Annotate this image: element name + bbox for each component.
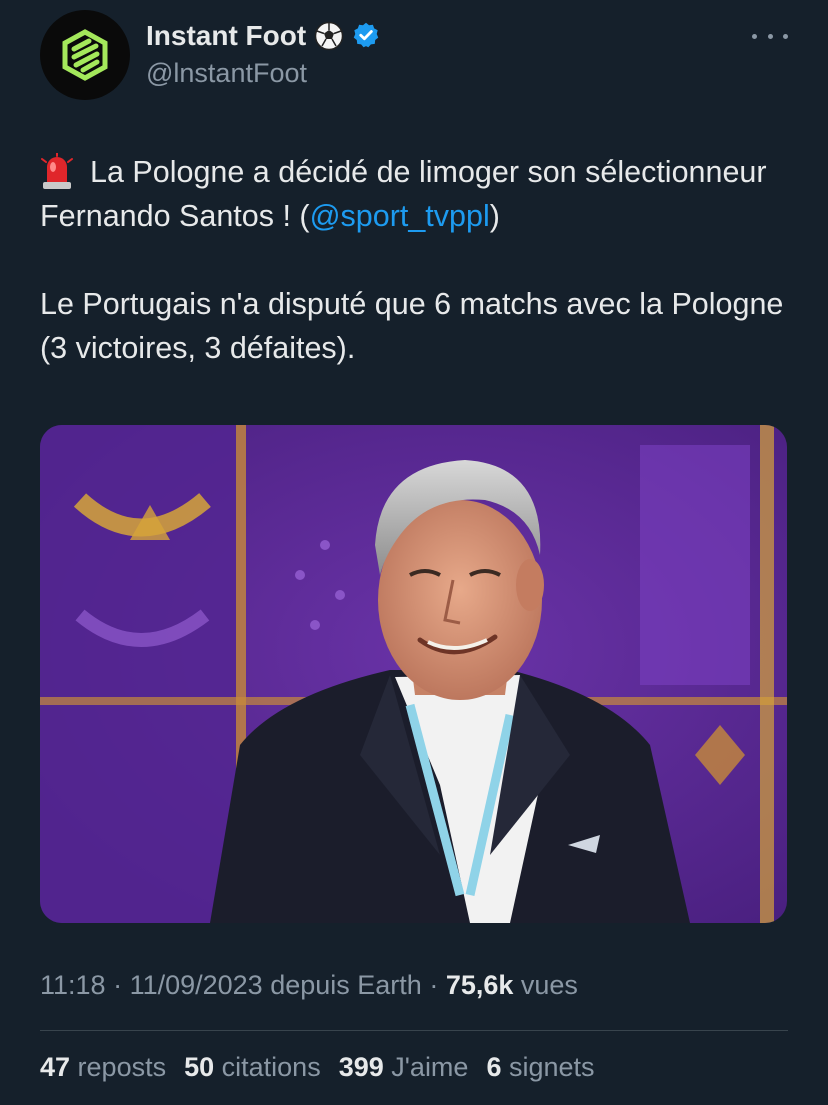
more-dot	[767, 33, 773, 39]
reposts-stat[interactable]: 47 reposts	[40, 1052, 166, 1083]
verified-badge-icon	[352, 21, 382, 51]
tweet-meta: 11:18 · 11/09/2023 depuis Earth · 75,6k …	[40, 970, 578, 1001]
author-name-text: Instant Foot	[146, 20, 307, 51]
tweet: Instant Foot @lnstantFoot La Pologne a d…	[0, 0, 828, 1105]
photo-fernando-santos	[40, 425, 787, 923]
mention-link[interactable]: @sport_tvppl	[310, 199, 490, 233]
author-name[interactable]: Instant Foot	[146, 20, 382, 52]
more-dot	[752, 33, 757, 39]
more-dot	[783, 33, 788, 39]
bookmarks-label: signets	[501, 1052, 595, 1082]
tweet-text: La Pologne a décidé de limoger son sélec…	[40, 150, 800, 370]
reposts-label: reposts	[70, 1052, 167, 1082]
tweet-date[interactable]: 11/09/2023	[130, 970, 263, 1000]
engagement-stats: 47 reposts 50 citations 399 J'aime 6 sig…	[40, 1052, 595, 1083]
views-count[interactable]: 75,6k	[446, 970, 514, 1000]
soccer-ball-icon	[314, 21, 344, 51]
reposts-count: 47	[40, 1052, 71, 1082]
likes-stat[interactable]: 399 J'aime	[339, 1052, 469, 1083]
tweet-photo[interactable]	[40, 425, 787, 923]
tweet-source: depuis Earth	[262, 970, 422, 1000]
more-options-button[interactable]	[752, 24, 788, 48]
tweet-text-close: )	[489, 199, 500, 233]
tweet-paragraph-1: La Pologne a décidé de limoger son sélec…	[40, 150, 800, 238]
instant-foot-logo-icon	[62, 29, 108, 81]
meta-separator: ·	[421, 970, 446, 1000]
bookmarks-stat[interactable]: 6 signets	[486, 1052, 594, 1083]
rotating-light-icon	[41, 153, 73, 189]
author-handle[interactable]: @lnstantFoot	[146, 58, 307, 89]
meta-separator: ·	[105, 970, 130, 1000]
likes-label: J'aime	[383, 1052, 469, 1082]
tweet-time[interactable]: 11:18	[40, 970, 106, 1000]
likes-count: 399	[338, 1052, 384, 1082]
quotes-stat[interactable]: 50 citations	[184, 1052, 321, 1083]
quotes-count: 50	[184, 1052, 215, 1082]
avatar[interactable]	[40, 10, 130, 100]
bookmarks-count: 6	[486, 1052, 502, 1082]
tweet-paragraph-2: Le Portugais n'a disputé que 6 matchs av…	[40, 287, 784, 365]
quotes-label: citations	[214, 1052, 321, 1082]
divider	[40, 1030, 788, 1031]
views-label: vues	[513, 970, 578, 1000]
